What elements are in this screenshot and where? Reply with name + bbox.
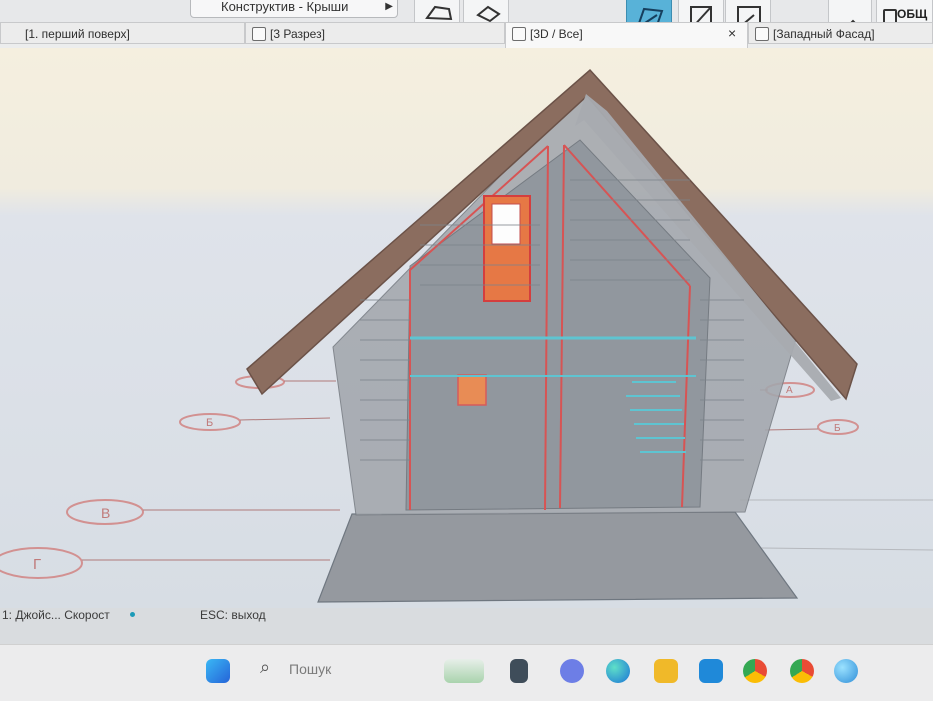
archicad-icon[interactable]: [834, 659, 858, 683]
house-3d-model: В Г Б А Б: [0, 68, 933, 603]
tab-section-label: [3 Разрез]: [270, 27, 325, 41]
esc-hint: ESC: выход: [200, 608, 266, 622]
close-tab-icon[interactable]: ×: [728, 25, 736, 41]
task-view-icon[interactable]: [510, 659, 528, 683]
grid-label-a-right: А: [786, 385, 793, 396]
dropdown-label: Конструктив - Крыши: [221, 0, 349, 14]
search-icon[interactable]: ⌕: [260, 657, 270, 678]
tab-3d-all[interactable]: [3D / Все]: [505, 22, 748, 50]
floor-slab: [317, 511, 799, 603]
status-dot-icon: [130, 612, 135, 617]
layer-combination-dropdown[interactable]: Конструктив - Крыши ▶: [190, 0, 398, 18]
tab-3d-label: [3D / Все]: [530, 27, 583, 41]
grid-label-v: В: [101, 505, 110, 521]
chevron-right-icon: ▶: [385, 1, 393, 12]
grid-label-b-right: Б: [834, 423, 841, 434]
file-explorer-icon[interactable]: [654, 659, 678, 683]
elevation-view-icon: [755, 27, 769, 41]
store-icon[interactable]: [699, 659, 723, 683]
3d-view-icon: [512, 27, 526, 41]
section-view-icon: [252, 27, 266, 41]
main-toolbar: Конструктив - Крыши ▶ ОБЩ: [0, 0, 933, 42]
chat-icon[interactable]: [560, 659, 584, 683]
view-options-label: ОБЩ: [897, 7, 928, 21]
taskbar-search-input[interactable]: Пошук: [289, 661, 331, 677]
tab-section[interactable]: [3 Разрез]: [245, 22, 505, 44]
tab-facade[interactable]: [Западный Фасад]: [748, 22, 933, 44]
edge-icon[interactable]: [606, 659, 630, 683]
tab-facade-label: [Западный Фасад]: [773, 27, 875, 41]
status-bar: 1: Джойс... Скорост ESC: выход: [0, 604, 933, 640]
tab-floor-plan[interactable]: [1. перший поверх]: [0, 22, 245, 44]
status-left-text: 1: Джойс... Скорост: [2, 608, 110, 622]
upper-window: [491, 203, 521, 245]
windows-start-icon[interactable]: [206, 659, 230, 683]
chrome-icon[interactable]: [743, 659, 767, 683]
chrome-profile-icon[interactable]: [790, 659, 814, 683]
grid-label-b-left: Б: [206, 417, 213, 429]
windows-taskbar: ⌕ Пошук: [0, 644, 933, 701]
lower-opening: [457, 374, 487, 406]
weather-widget-icon[interactable]: [444, 659, 484, 683]
tab-floor-plan-label: [1. перший поверх]: [25, 27, 130, 41]
view-tabs: [1. перший поверх] [3 Разрез] [3D / Все]…: [0, 22, 933, 50]
3d-viewport[interactable]: В Г Б А Б: [0, 48, 933, 608]
grid-label-g: Г: [33, 556, 41, 573]
